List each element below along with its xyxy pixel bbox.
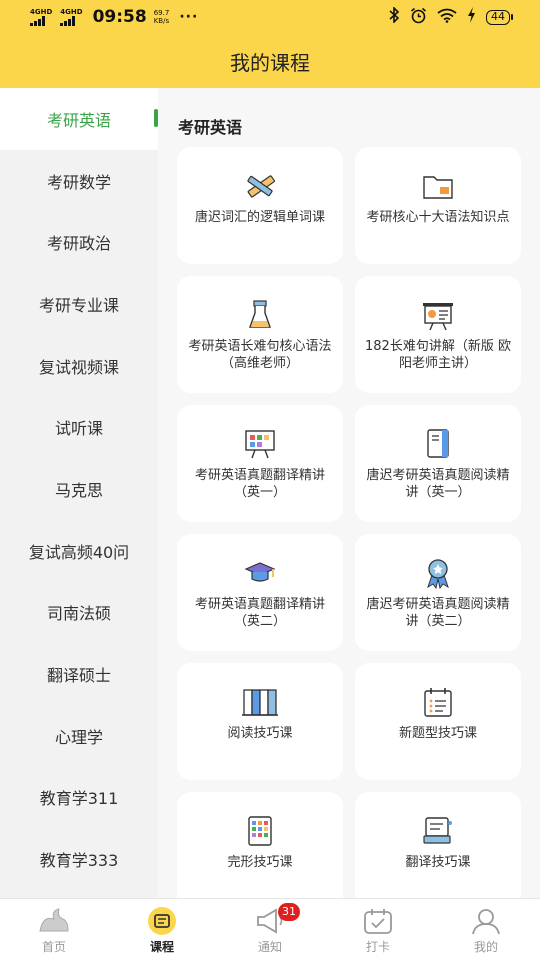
home-bird-icon <box>36 906 72 936</box>
course-title: 182长难句讲解（新版 欧阳老师主讲） <box>365 339 511 371</box>
battery-indicator: 44 <box>486 9 513 25</box>
network-speed: 69.7 KB/s <box>153 9 170 25</box>
certificate-icon <box>420 814 456 848</box>
books-icon <box>242 685 278 719</box>
charging-icon <box>467 7 476 27</box>
sidebar-item-label: 试听课 <box>54 419 103 439</box>
course-card[interactable]: 唐迟考研英语真题阅读精讲（英一） <box>355 405 521 522</box>
course-card[interactable]: 考研英语长难句核心语法（高维老师） <box>177 276 343 393</box>
calendar-list-icon <box>420 685 456 719</box>
category-sidebar: 考研英语 考研数学 考研政治 考研专业课 复试视频课 试听课 马克思 复试高频4… <box>0 88 158 898</box>
sidebar-item-kaoyan-major[interactable]: 考研专业课 <box>0 273 158 335</box>
bluetooth-icon <box>388 6 400 27</box>
sidebar-item-marx[interactable]: 马克思 <box>0 458 158 520</box>
more-notifications-icon: ··· <box>179 9 199 25</box>
profile-icon <box>468 906 504 936</box>
course-card[interactable]: 182长难句讲解（新版 欧阳老师主讲） <box>355 276 521 393</box>
sidebar-item-label: 司南法硕 <box>46 604 111 624</box>
signal-icon: 4GHD <box>30 8 52 26</box>
sidebar-item-law[interactable]: 司南法硕 <box>0 582 158 644</box>
sidebar-item-label: 复试视频课 <box>38 357 119 377</box>
section-title: 考研英语 <box>178 118 243 137</box>
presentation-board-icon <box>420 298 456 332</box>
course-card[interactable]: 完形技巧课 <box>177 792 343 898</box>
sidebar-item-label: 翻译硕士 <box>46 666 111 686</box>
graduation-cap-icon <box>242 556 278 590</box>
signal-icon: 4GHD <box>60 8 83 26</box>
course-card[interactable]: 新题型技巧课 <box>355 663 521 780</box>
sidebar-item-label: 考研专业课 <box>38 295 119 315</box>
sidebar-item-psychology[interactable]: 心理学 <box>0 705 158 767</box>
tab-home[interactable]: 首页 <box>0 899 108 960</box>
course-card[interactable]: 翻译技巧课 <box>355 792 521 898</box>
sidebar-item-translation[interactable]: 翻译硕士 <box>0 643 158 705</box>
course-grid: 唐迟词汇的逻辑单词课 考研核心十大语法知识点 考研英语长难句核心语法（高维老师）… <box>177 147 521 898</box>
page-title: 我的课程 <box>230 50 310 75</box>
sidebar-item-label: 复试高频40问 <box>28 542 130 562</box>
sidebar-item-label: 考研英语 <box>46 110 111 130</box>
course-card[interactable]: 阅读技巧课 <box>177 663 343 780</box>
tablet-grid-icon <box>242 814 278 848</box>
course-card[interactable]: 考研核心十大语法知识点 <box>355 147 521 264</box>
tab-label: 打卡 <box>365 940 390 954</box>
wifi-icon <box>437 8 457 27</box>
tab-label: 我的 <box>473 940 498 954</box>
award-medal-icon <box>420 556 456 590</box>
course-title: 考研英语真题翻译精讲（英二） <box>194 597 325 629</box>
tab-checkin[interactable]: 打卡 <box>324 899 432 960</box>
sidebar-item-label: 马克思 <box>54 480 103 500</box>
sidebar-item-label: 教育学333 <box>39 851 119 871</box>
course-title: 考研英语真题翻译精讲（英一） <box>194 468 325 500</box>
course-title: 唐迟考研英语真题阅读精讲（英一） <box>366 468 510 500</box>
tab-mine[interactable]: 我的 <box>432 899 540 960</box>
tab-label: 课程 <box>149 940 174 954</box>
tab-course[interactable]: 课程 <box>108 899 216 960</box>
course-title: 阅读技巧课 <box>227 726 293 741</box>
sidebar-item-kaoyan-math[interactable]: 考研数学 <box>0 150 158 212</box>
notification-count-badge: 31 <box>278 903 300 921</box>
beaker-icon <box>242 298 278 332</box>
sidebar-item-kaoyan-politics[interactable]: 考研政治 <box>0 211 158 273</box>
status-time: 09:58 <box>92 7 147 27</box>
course-icon <box>144 906 180 936</box>
folder-icon <box>420 169 456 203</box>
course-card[interactable]: 唐迟考研英语真题阅读精讲（英二） <box>355 534 521 651</box>
tab-notify[interactable]: 31 通知 <box>216 899 324 960</box>
tab-label: 通知 <box>257 940 282 954</box>
course-title: 考研核心十大语法知识点 <box>366 210 510 225</box>
notebook-icon <box>420 427 456 461</box>
course-title: 新题型技巧课 <box>398 726 477 741</box>
tab-label: 首页 <box>41 940 66 954</box>
alarm-icon <box>410 7 427 28</box>
sidebar-item-label: 心理学 <box>54 727 103 747</box>
sidebar-item-label: 教育学311 <box>39 789 119 809</box>
status-bar: 4GHD 4GHD 09:58 69.7 KB/s ··· 44 <box>0 0 540 34</box>
course-panel: 考研英语 唐迟词汇的逻辑单词课 考研核心十大语法知识点 考研英语长难句核心语法（… <box>158 88 540 898</box>
whiteboard-icon <box>242 427 278 461</box>
course-card[interactable]: 唐迟词汇的逻辑单词课 <box>177 147 343 264</box>
app-header: 我的课程 <box>0 34 540 88</box>
sidebar-item-label: 考研政治 <box>46 234 111 254</box>
sidebar-item-retest-40[interactable]: 复试高频40问 <box>0 520 158 582</box>
sidebar-item-edu-333[interactable]: 教育学333 <box>0 828 158 890</box>
bottom-tab-bar: 首页 课程 31 通知 打卡 我的 <box>0 898 540 960</box>
course-card[interactable]: 考研英语真题翻译精讲（英二） <box>177 534 343 651</box>
checkin-icon <box>360 906 396 936</box>
course-title: 唐迟词汇的逻辑单词课 <box>194 210 325 225</box>
course-title: 翻译技巧课 <box>405 855 471 870</box>
course-title: 考研英语长难句核心语法（高维老师） <box>188 339 332 371</box>
course-title: 完形技巧课 <box>227 855 293 870</box>
sidebar-item-edu-311[interactable]: 教育学311 <box>0 767 158 829</box>
pencil-ruler-icon <box>242 169 278 203</box>
sidebar-item-kaoyan-english[interactable]: 考研英语 <box>0 88 158 150</box>
sidebar-item-trial[interactable]: 试听课 <box>0 396 158 458</box>
sidebar-item-label: 考研数学 <box>46 172 111 192</box>
course-title: 唐迟考研英语真题阅读精讲（英二） <box>366 597 510 629</box>
course-card[interactable]: 考研英语真题翻译精讲（英一） <box>177 405 343 522</box>
sidebar-item-retest-video[interactable]: 复试视频课 <box>0 335 158 397</box>
